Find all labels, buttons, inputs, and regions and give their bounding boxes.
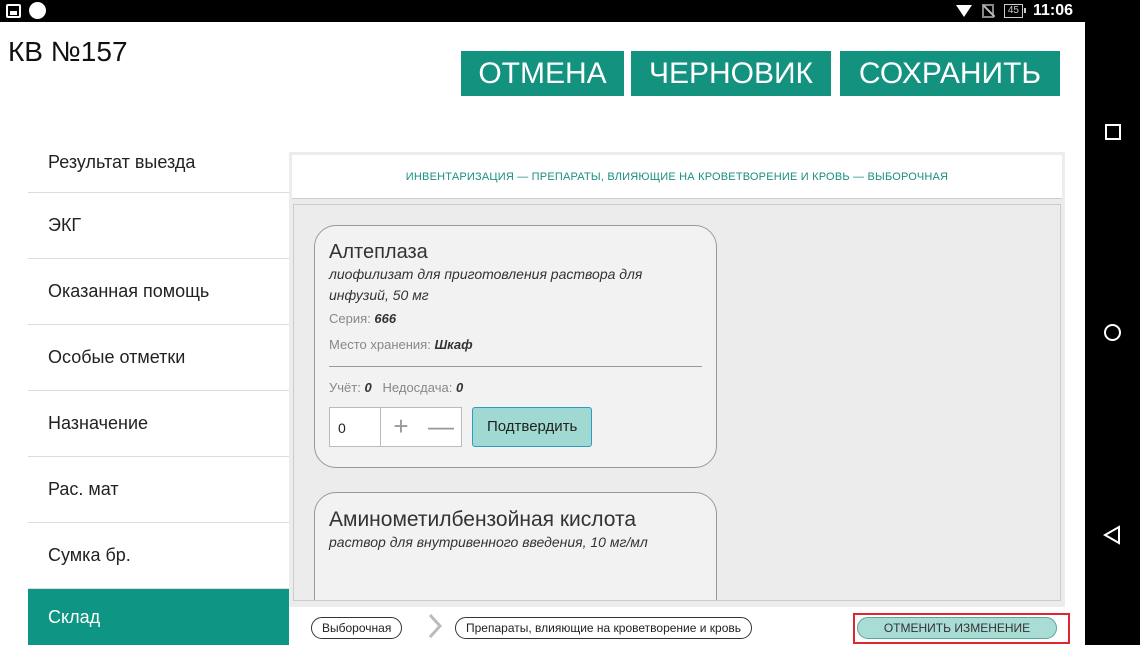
picture-icon [6, 3, 21, 18]
sidebar-item-help[interactable]: Оказанная помощь [28, 259, 289, 325]
plus-button[interactable]: + [381, 408, 421, 446]
drug-counts: Учёт: 0 Недосдача: 0 [329, 375, 702, 401]
breadcrumb-item-category[interactable]: Препараты, влияющие на кроветворение и к… [455, 617, 753, 639]
sidebar-item-label: Сумка бр. [48, 545, 131, 565]
page-title: КВ №157 [8, 36, 128, 67]
drug-series: Серия: 666 [329, 306, 702, 332]
account-value: 0 [364, 380, 372, 395]
draft-button[interactable]: ЧЕРНОВИК [631, 51, 831, 96]
home-icon[interactable] [1104, 324, 1121, 341]
main-panel: ИНВЕНТАРИЗАЦИЯ — ПРЕПАРАТЫ, ВЛИЯЮЩИЕ НА … [289, 152, 1070, 645]
breadcrumb-item-selective[interactable]: Выборочная [311, 617, 403, 639]
status-left [6, 2, 46, 19]
sidebar-item-result[interactable]: Результат выезда [28, 152, 289, 193]
drug-name: Алтеплаза [329, 241, 428, 263]
drug-card: Аминометилбензойная кислота раствор для … [314, 492, 717, 600]
sidebar-item-consumables[interactable]: Рас. мат [28, 457, 289, 523]
quantity-input[interactable]: 0 [329, 407, 381, 447]
minus-button[interactable]: — [421, 408, 461, 446]
drug-description: лиофилизат для приготовления раствора дл… [329, 266, 643, 303]
storage-label: Место хранения: [329, 337, 431, 352]
app: КВ №157 ОТМЕНА ЧЕРНОВИК СОХРАНИТЬ Резуль… [0, 22, 1085, 645]
divider [329, 366, 702, 367]
confirm-button[interactable]: Подтвердить [472, 407, 593, 447]
breadcrumb: Выборочная Препараты, влияющие на кровет… [289, 607, 1070, 645]
sidebar-item-label: Назначение [48, 413, 149, 433]
section-header: ИНВЕНТАРИЗАЦИЯ — ПРЕПАРАТЫ, ВЛИЯЮЩИЕ НА … [292, 155, 1062, 199]
save-button[interactable]: СОХРАНИТЬ [840, 51, 1060, 96]
sidebar-item-label: Склад [48, 606, 101, 627]
sidebar-item-label: Оказанная помощь [48, 281, 210, 301]
cancel-button[interactable]: ОТМЕНА [461, 51, 624, 96]
highlight-box [853, 613, 1070, 644]
sidebar-item-label: Результат выезда [48, 152, 196, 172]
shortage-label: Недосдача: [382, 380, 453, 395]
drug-name: Аминометилбензойная кислота [329, 508, 637, 531]
drug-storage: Место хранения: Шкаф [329, 332, 702, 358]
series-value: 666 [374, 311, 397, 326]
sidebar-item-label: Рас. мат [48, 479, 119, 499]
sidebar-item-prescription[interactable]: Назначение [28, 391, 289, 457]
quantity-stepper: + — [381, 407, 462, 447]
series-label: Серия: [329, 311, 371, 326]
status-bar: 45 11:06 [0, 0, 1085, 22]
screen: 45 11:06 КВ №157 ОТМЕНА ЧЕРНОВИК СОХРАНИ… [0, 0, 1140, 645]
navigation-bar [1085, 0, 1140, 645]
quantity-controls: 0 + — Подтвердить [329, 407, 702, 447]
clock: 11:06 [1032, 2, 1073, 19]
drug-card: Алтеплаза лиофилизат для приготовления р… [314, 225, 717, 468]
storage-value: Шкаф [434, 337, 473, 352]
sidebar-item-label: Особые отметки [48, 347, 186, 367]
items-list[interactable]: Алтеплаза лиофилизат для приготовления р… [293, 204, 1061, 601]
back-icon[interactable] [1102, 525, 1122, 545]
account-label: Учёт: [329, 380, 361, 395]
circle-icon [29, 2, 46, 19]
sidebar-item-notes[interactable]: Особые отметки [28, 325, 289, 391]
shortage-value: 0 [455, 380, 464, 395]
status-right: 45 11:06 [955, 0, 1073, 22]
sidebar-item-bag[interactable]: Сумка бр. [28, 523, 289, 589]
battery-level: 45 [1007, 5, 1019, 16]
sidebar-item-label: ЭКГ [48, 215, 82, 235]
battery-icon: 45 [1003, 4, 1027, 18]
sidebar-item-ecg[interactable]: ЭКГ [28, 193, 289, 259]
recents-icon[interactable] [1105, 124, 1121, 140]
drug-description: раствор для внутривенного введения, 10 м… [329, 534, 648, 550]
no-sim-icon [981, 4, 994, 18]
wifi-icon [955, 5, 972, 17]
sidebar-item-warehouse[interactable]: Склад [28, 589, 289, 645]
chevron-right-icon [428, 613, 442, 639]
sidebar: Результат выезда ЭКГ Оказанная помощь Ос… [28, 152, 289, 645]
